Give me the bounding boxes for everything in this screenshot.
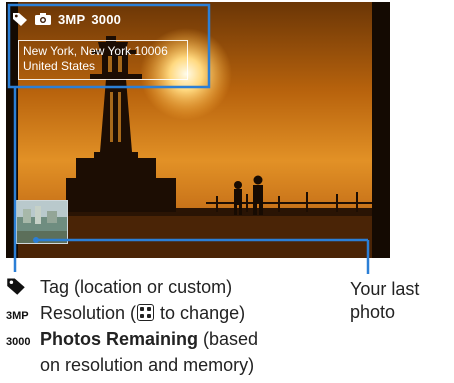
last-photo-caption-line2: photo [350,302,396,322]
legend-photos-remaining-line2: on resolution and memory) [40,355,255,375]
legend: Tag (location or custom) 3MP Resolution … [6,276,336,377]
location-tag[interactable]: New York, New York 10006 United States [18,40,188,80]
camera-icon [34,12,52,26]
legend-resolution-before: Resolution ( [40,303,137,323]
legend-photos-remaining: 3000 Photos Remaining (based [6,328,336,354]
legend-photos-remaining-bold: Photos Remaining [40,329,199,349]
last-photo-thumbnail[interactable] [16,200,68,244]
legend-photos-remaining-rest: (based [198,329,259,349]
photos-remaining-indicator: 3000 [91,11,122,27]
camera-viewfinder[interactable]: 3MP 3000 New York, New York 10006 United… [6,2,390,258]
legend-resolution-after: to change) [155,303,246,323]
tag-icon[interactable] [12,11,28,27]
last-photo-caption: Your last photo [350,278,450,324]
legend-tag-label: Tag (location or custom) [40,277,233,297]
tag-icon [6,276,40,302]
last-photo-caption-line1: Your last [350,279,420,299]
menu-key-icon [137,304,155,321]
resolution-indicator: 3MP [58,11,86,27]
legend-resolution: 3MP Resolution ( to change) [6,302,336,328]
legend-photos-remaining-text: Photos Remaining (based [40,328,258,351]
location-line-1: New York, New York 10006 [23,44,168,58]
location-line-2: United States [23,59,96,73]
legend-photos-remaining-key: 3000 [6,336,31,348]
legend-tag: Tag (location or custom) [6,276,336,302]
legend-resolution-key: 3MP [6,310,29,322]
status-bar: 3MP 3000 [12,8,121,30]
legend-resolution-text: Resolution ( to change) [40,302,245,325]
